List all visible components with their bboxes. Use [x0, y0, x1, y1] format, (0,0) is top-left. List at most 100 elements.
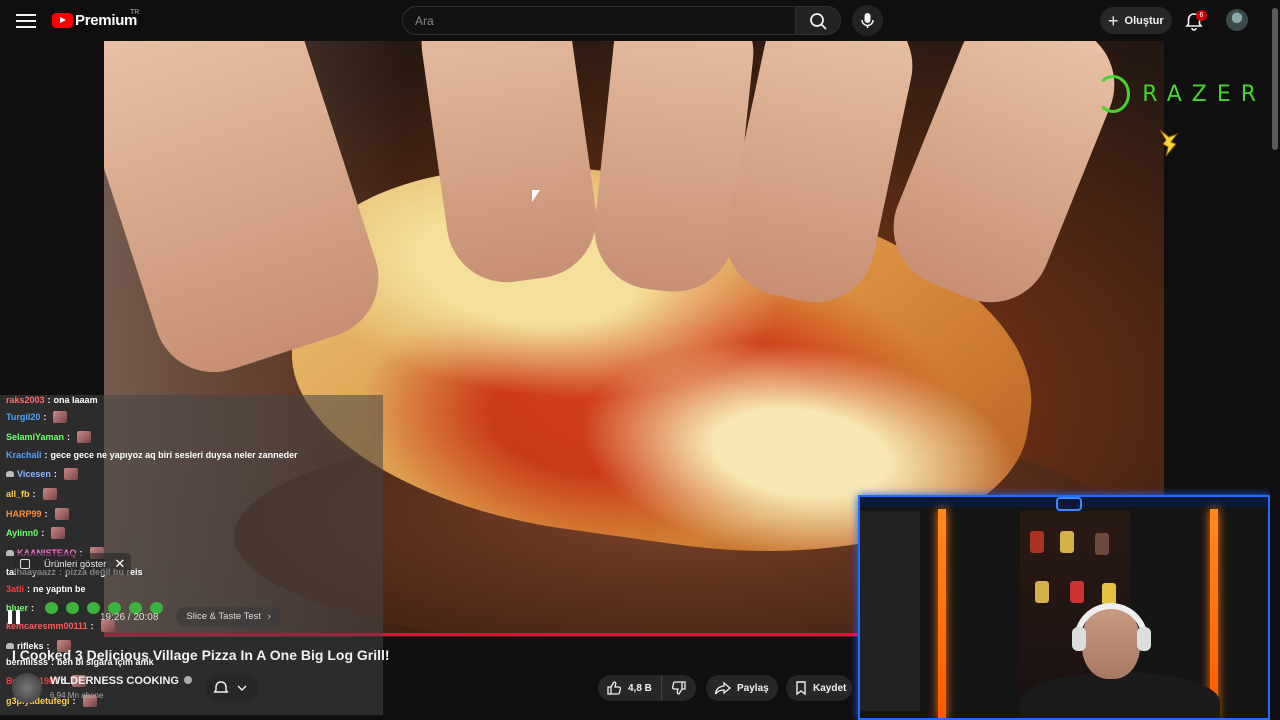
chat-separator: :	[41, 528, 45, 538]
mic-icon	[861, 13, 874, 28]
chat-message: 3atli: ne yaptın be	[6, 584, 86, 594]
razer-text: RAZER	[1142, 81, 1266, 107]
channel-avatar[interactable]	[12, 673, 42, 703]
chat-username[interactable]: Aylinn0	[6, 528, 38, 538]
share-label: Paylaş	[737, 682, 769, 694]
chat-username[interactable]: 3atli	[6, 584, 24, 594]
chat-message: HARP99:	[6, 508, 69, 520]
chat-separator: :	[27, 584, 31, 594]
chat-separator: :	[43, 412, 47, 422]
search-box	[402, 6, 796, 35]
notification-badge: 6	[1196, 10, 1207, 21]
like-count: 4,8 B	[628, 682, 652, 694]
shelf-figure	[1030, 531, 1044, 553]
chat-message: Aylinn0:	[6, 527, 66, 539]
bookmark-icon	[796, 681, 806, 696]
channel-name: WILDERNESS COOKING	[50, 675, 179, 687]
chat-separator: :	[44, 509, 48, 519]
channel-name-row[interactable]: WILDERNESS COOKING	[50, 675, 192, 687]
chat-separator: :	[67, 432, 71, 442]
share-icon	[714, 681, 732, 695]
search-button[interactable]	[795, 6, 841, 35]
shelf-figure	[1060, 531, 1074, 553]
scroll-thumb[interactable]	[1272, 8, 1278, 150]
chat-message: SelamiYaman:	[6, 431, 92, 443]
razer-logo-icon	[1096, 75, 1131, 113]
chat-username[interactable]: Krachali	[6, 450, 42, 460]
mouse-cursor	[532, 190, 540, 202]
country-code: TR	[130, 9, 140, 16]
search-input[interactable]	[403, 7, 795, 34]
emote-icon	[54, 508, 69, 520]
share-button[interactable]: Paylaş	[706, 675, 778, 701]
time-display: 19:26 / 20:08	[100, 611, 159, 623]
subscription-bell-button[interactable]	[205, 675, 259, 701]
chat-text: gece gece ne yapıyoz aq biri sesleri duy…	[50, 450, 298, 460]
chat-username[interactable]: Vicesen	[17, 469, 51, 479]
chapter-button[interactable]: Slice & Taste Test ›	[176, 607, 281, 627]
shelf-figure	[1095, 533, 1109, 555]
save-button[interactable]: Kaydet	[786, 675, 852, 701]
chevron-right-icon: ›	[267, 611, 271, 622]
emote-icon	[42, 488, 57, 500]
shelf-figure	[1070, 581, 1084, 603]
chat-separator: :	[44, 450, 48, 460]
pause-icon[interactable]	[8, 610, 20, 624]
menu-icon[interactable]	[14, 10, 38, 30]
search-icon	[810, 13, 827, 30]
chat-message: raks2003: ona laaam	[6, 395, 98, 405]
shelf-figure	[1035, 581, 1049, 603]
chat-separator: :	[53, 469, 57, 479]
account-avatar[interactable]	[1226, 9, 1248, 31]
emote-icon	[51, 527, 66, 539]
emote-icon	[63, 468, 78, 480]
like-button[interactable]: 4,8 B	[598, 675, 662, 701]
chat-username[interactable]: raks2003	[6, 395, 45, 405]
verified-icon	[183, 676, 192, 684]
video-title: I Cooked 3 Delicious Village Pizza In A …	[12, 647, 390, 663]
save-label: Kaydet	[813, 682, 847, 694]
headphone-ear	[1137, 627, 1151, 651]
moderator-icon	[6, 471, 14, 477]
neon-light	[1210, 509, 1218, 718]
chat-text: ne yaptın be	[33, 584, 86, 594]
chat-username[interactable]: SelamiYaman	[6, 432, 64, 442]
headphone-ear	[1072, 627, 1086, 651]
pikachu-icon	[1159, 129, 1179, 157]
top-header: Premium TR + Oluştur 6	[0, 0, 1270, 41]
chat-username[interactable]: Turgil20	[6, 412, 40, 422]
dislike-icon	[671, 681, 686, 695]
chat-text: ona laaam	[53, 395, 98, 405]
wall-panel	[860, 511, 920, 711]
chat-message: Turgil20:	[6, 411, 68, 423]
streamer-facecam	[858, 495, 1270, 720]
chat-separator: :	[32, 489, 36, 499]
create-button[interactable]: + Oluştur	[1100, 7, 1172, 34]
neon-light	[938, 509, 946, 718]
facecam-logo-icon	[1056, 497, 1082, 511]
youtube-logo[interactable]: Premium	[52, 10, 137, 30]
shopping-icon	[20, 559, 30, 569]
bell-icon	[213, 681, 247, 693]
razer-logo: RAZER	[1096, 74, 1266, 114]
chat-username[interactable]: all_fb	[6, 489, 30, 499]
voice-search-button[interactable]	[852, 5, 883, 36]
chat-message: Vicesen:	[6, 468, 78, 480]
chat-username[interactable]: HARP99	[6, 509, 42, 519]
plus-icon: +	[1108, 10, 1119, 31]
player-controls: 19:26 / 20:08 Slice & Taste Test ›	[8, 607, 281, 627]
shelf-figure	[1102, 583, 1116, 605]
logo-text: Premium	[75, 11, 138, 29]
youtube-logo-icon	[52, 12, 73, 28]
like-icon	[607, 681, 622, 695]
page-scrollbar[interactable]	[1270, 0, 1280, 720]
dislike-button[interactable]	[662, 675, 696, 701]
like-dislike-group: 4,8 B	[598, 675, 696, 701]
chat-message: all_fb:	[6, 488, 57, 500]
chat-separator: :	[47, 395, 51, 405]
close-icon[interactable]: ✕	[114, 556, 125, 572]
chat-message: Krachali: gece gece ne yapıyoz aq biri se…	[6, 450, 298, 460]
chapter-label: Slice & Taste Test	[186, 611, 262, 622]
create-label: Oluştur	[1124, 14, 1164, 27]
show-products-button[interactable]: Ürünleri göster ✕	[14, 553, 132, 575]
